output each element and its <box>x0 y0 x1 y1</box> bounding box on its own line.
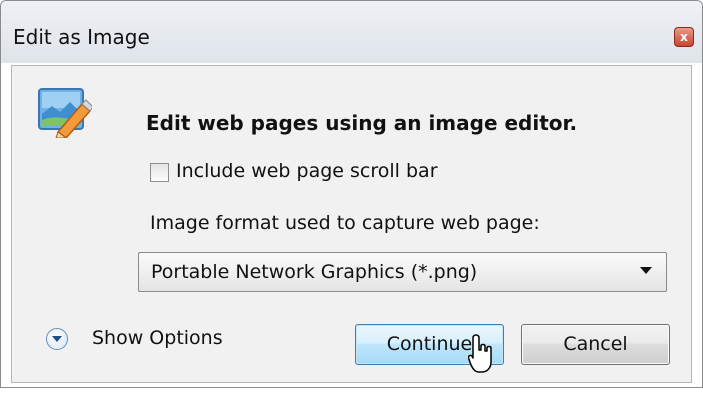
chevron-down-circle-icon[interactable] <box>46 328 68 350</box>
mouse-pointer-icon <box>468 334 492 373</box>
show-options-label[interactable]: Show Options <box>92 327 223 349</box>
cancel-button[interactable]: Cancel <box>521 324 670 365</box>
show-options-toggle[interactable]: Show Options <box>46 326 246 354</box>
include-scrollbar-checkbox[interactable] <box>150 163 169 182</box>
image-format-select[interactable]: Portable Network Graphics (*.png) <box>138 252 667 292</box>
dropdown-arrow-icon <box>640 267 652 274</box>
title-bar[interactable]: Edit as Image x <box>1 1 702 63</box>
dialog-heading: Edit web pages using an image editor. <box>146 111 578 135</box>
image-format-label: Image format used to capture web page: <box>150 212 540 234</box>
image-format-value: Portable Network Graphics (*.png) <box>151 261 478 283</box>
close-button[interactable]: x <box>674 27 694 47</box>
window-title: Edit as Image <box>13 25 150 49</box>
landscape-pencil-icon <box>38 88 92 138</box>
dialog-body: Edit web pages using an image editor. In… <box>11 65 692 383</box>
edit-as-image-dialog: Edit as Image x Edit web pages using an … <box>0 0 703 388</box>
include-scrollbar-label[interactable]: Include web page scroll bar <box>176 160 438 182</box>
